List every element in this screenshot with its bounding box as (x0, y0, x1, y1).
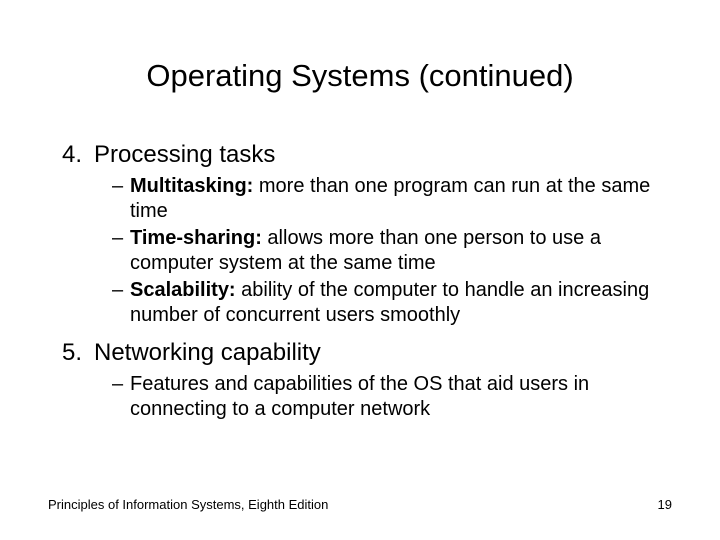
dash-icon: – (112, 372, 130, 422)
list-label: Processing tasks (88, 140, 672, 170)
sub-text: Time-sharing: allows more than one perso… (130, 226, 672, 276)
list-item: 4. Processing tasks (48, 140, 672, 170)
list-number: 5. (48, 338, 88, 368)
dash-icon: – (112, 226, 130, 276)
sublist: – Features and capabilities of the OS th… (112, 372, 672, 422)
slide-body: 4. Processing tasks – Multitasking: more… (48, 140, 672, 432)
dash-icon: – (112, 174, 130, 224)
sub-item: – Time-sharing: allows more than one per… (112, 226, 672, 276)
list-number: 4. (48, 140, 88, 170)
sub-text: Features and capabilities of the OS that… (130, 372, 672, 422)
slide: Operating Systems (continued) 4. Process… (0, 0, 720, 540)
dash-icon: – (112, 278, 130, 328)
list-item: 5. Networking capability (48, 338, 672, 368)
slide-title: Operating Systems (continued) (0, 58, 720, 94)
sub-item: – Scalability: ability of the computer t… (112, 278, 672, 328)
sublist: – Multitasking: more than one program ca… (112, 174, 672, 328)
sub-item: – Multitasking: more than one program ca… (112, 174, 672, 224)
sub-item: – Features and capabilities of the OS th… (112, 372, 672, 422)
footer-source: Principles of Information Systems, Eight… (48, 497, 328, 512)
sub-text: Multitasking: more than one program can … (130, 174, 672, 224)
list-label: Networking capability (88, 338, 672, 368)
sub-text: Scalability: ability of the computer to … (130, 278, 672, 328)
page-number: 19 (658, 497, 672, 512)
